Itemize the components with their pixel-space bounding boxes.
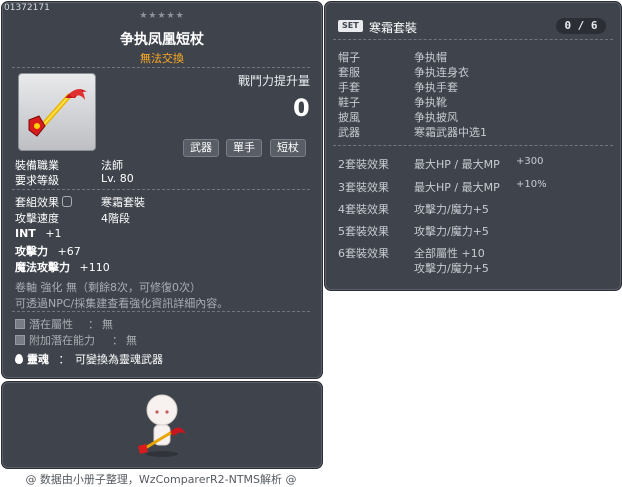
job-label: 裝備職業 [15,159,59,172]
item-name: 争执凤凰短杖 [120,32,204,48]
set-title: 寒霜套裝 [369,21,418,35]
additional-potential-label: 附加潛在能力 [29,334,95,347]
soul-row: 靈魂 ： 可變換為靈魂武器 [15,351,163,367]
divider [12,67,310,68]
magic-attack-row: 魔法攻擊力 +110 [15,259,110,275]
additional-potential-value: 無 [126,334,137,347]
magic-attack-label: 魔法攻擊力 [15,261,70,274]
soul-label: 靈魂 [27,353,49,366]
wand-icon [28,89,87,137]
set-effect-label: 套組效果 [15,194,72,210]
item-tooltip-panel: 01372171 ★★★★★ 争执凤凰短杖 無法交換 戰鬥力提升量 0 武器 單… [1,1,323,379]
trade-restriction: 無法交換 [140,52,184,65]
set-count: 0 / 6 [556,18,606,34]
footer-credit: @ 数据由小册子整理，WzComparerR2-NTMS解析 @ [25,473,297,486]
additional-potential-row: 附加潛在能力 ： 無 [15,332,137,348]
flame-icon [15,354,23,364]
combat-power-value: 0 [293,94,310,122]
int-label: INT [15,227,36,240]
potential-label: 潛在屬性 [29,318,73,331]
scroll-info: 卷軸 強化 無（剩餘8次，可修復0次） [15,281,201,294]
divider [333,145,613,146]
set-effect-value: 寒霜套裝 [101,196,145,209]
attack-row: 攻擊力 +67 [15,243,81,259]
set-tooltip-panel: SET 寒霜套裝 0 / 6 帽子 争执帽 套服 争执连身衣 手套 争执手套 鞋子 争执… [324,1,622,291]
character-preview-panel [1,381,323,469]
potential-row: 潛在屬性 ： 無 [15,316,113,332]
divider [333,39,613,40]
attack-speed-label: 攻擊速度 [15,212,59,225]
divider [12,189,310,190]
int-value: +1 [45,227,62,240]
star-force-stars: ★★★★★ [139,11,185,21]
job-value: 法師 [101,159,123,172]
tag-wand: 短杖 [270,139,306,157]
attack-speed-value: 4階段 [101,212,130,225]
magic-attack-value: +110 [79,261,110,274]
character-preview-image [138,394,186,457]
combat-power-label: 戰鬥力提升量 [238,74,311,88]
tag-weapon: 武器 [183,139,219,157]
int-row: INT +1 [15,227,62,240]
hand-icon [62,196,72,207]
level-value: Lv. 80 [101,172,134,185]
soul-value: 可變換為靈魂武器 [75,353,163,366]
item-icon-frame [18,73,96,151]
additional-potential-lock-icon [15,335,25,345]
attack-value: +67 [57,245,81,258]
potential-lock-icon [15,319,25,329]
tag-one-hand: 單手 [226,139,262,157]
potential-value: 無 [102,318,113,331]
set-badge: SET [338,20,363,32]
divider [12,311,310,312]
attack-label: 攻擊力 [15,245,48,258]
level-label: 要求等級 [15,174,59,187]
enhance-hint: 可透過NPC/採集建查看強化資訊詳細內容。 [15,297,229,310]
